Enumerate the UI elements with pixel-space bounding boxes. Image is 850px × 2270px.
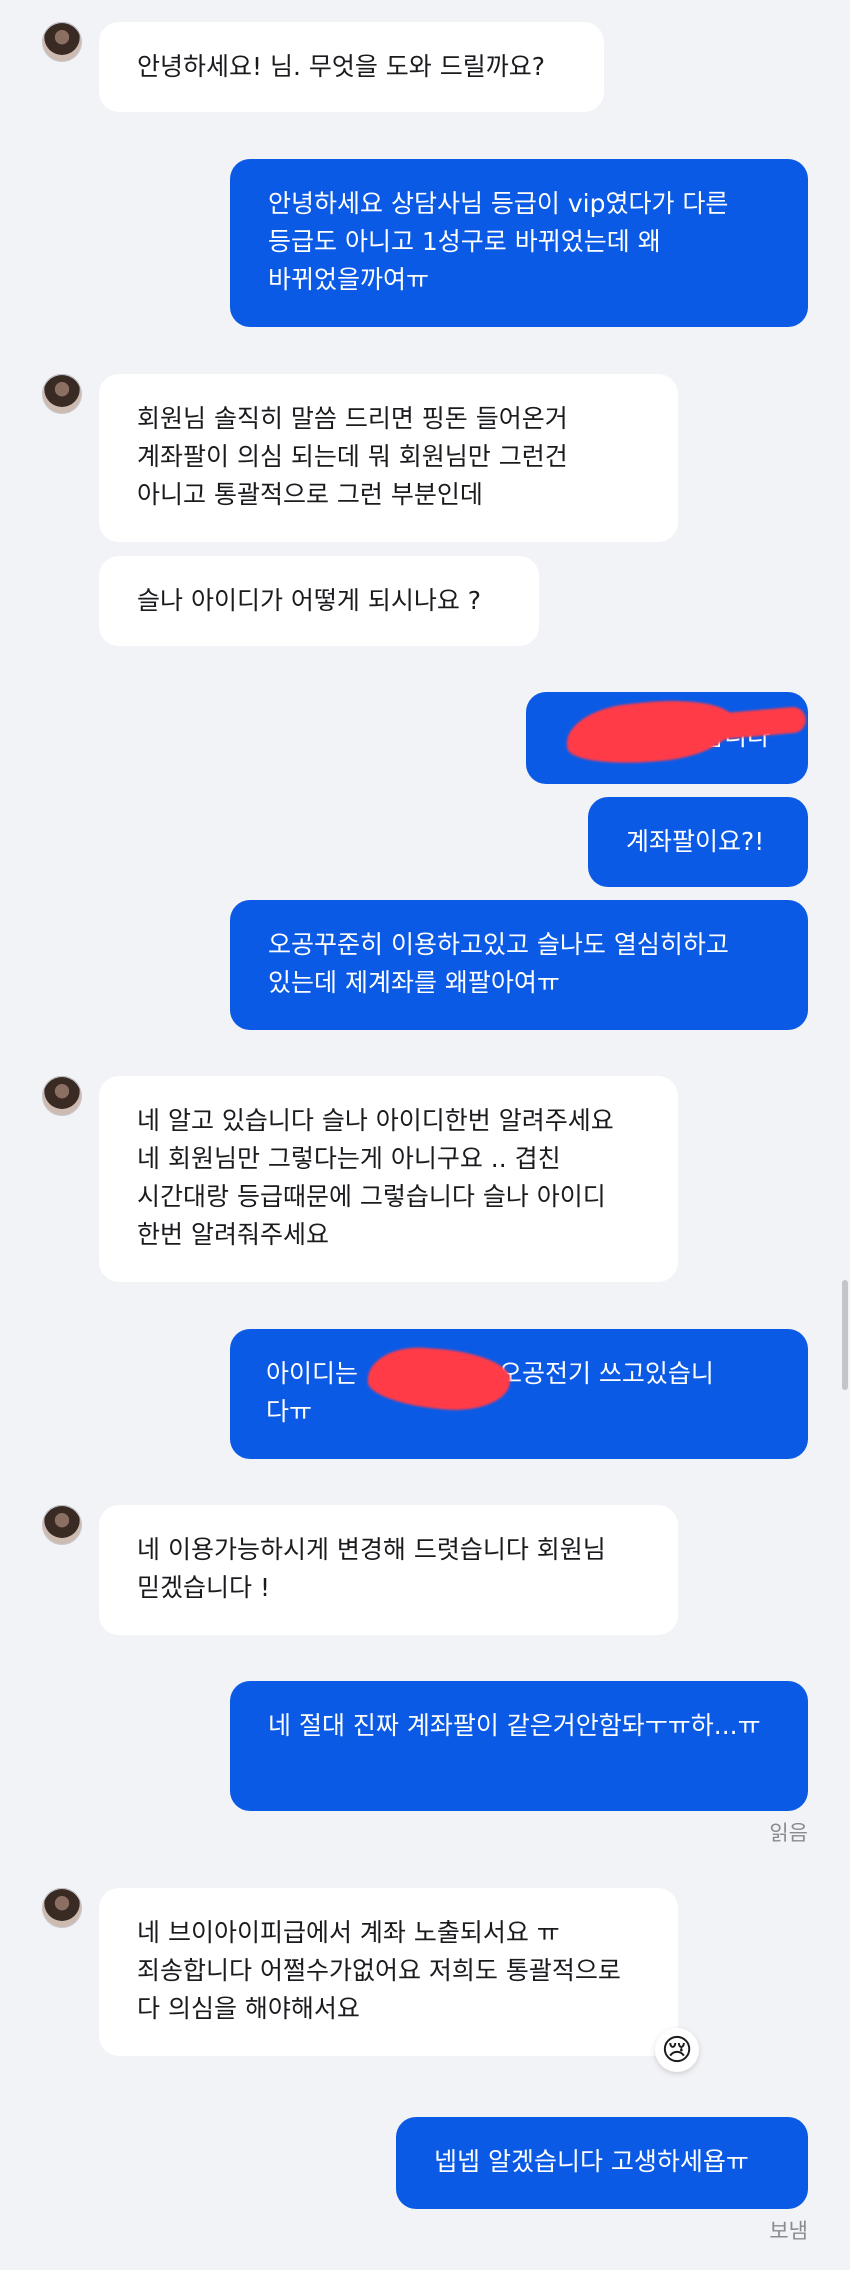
user-message: 습니다 [526, 692, 808, 784]
agent-message: 안녕하세요! 님. 무엇을 도와 드릴까요? [99, 22, 604, 112]
user-message: 네 절대 진짜 계좌팔이 같은거안함돠ㅜㅠ하...ㅠ [230, 1681, 808, 1811]
user-message: 아이디는 은 오공전기 쓰고있습니 다ㅠ [230, 1329, 808, 1459]
user-message: 넵넵 알겠습니다 고생하세욥ㅠ [396, 2117, 808, 2209]
agent-avatar[interactable] [42, 1888, 82, 1928]
read-status: 읽음 [769, 1821, 808, 1845]
user-message-text: 다ㅠ [266, 1397, 313, 1426]
agent-message: 네 이용가능하시게 변경해 드렷습니다 회원님 믿겠습니다 ! [99, 1505, 678, 1635]
agent-avatar[interactable] [42, 374, 82, 414]
agent-message: 회원님 솔직히 말씀 드리면 핑돈 들어온거 계좌팔이 의심 되는데 뭐 회원님… [99, 374, 678, 542]
crying-face-icon[interactable]: 😢 [655, 2028, 699, 2072]
sent-status: 보냄 [769, 2219, 808, 2243]
user-message: 안녕하세요 상담사님 등급이 vip였다가 다른 등급도 아니고 1성구로 바뀌… [230, 159, 808, 327]
user-message: 오공꾸준히 이용하고있고 슬나도 열심히하고 있는데 제계좌를 왜팔아여ㅠ [230, 900, 808, 1030]
agent-avatar[interactable] [42, 1505, 82, 1545]
agent-avatar[interactable] [42, 1076, 82, 1116]
agent-message: 슬나 아이디가 어떻게 되시나요 ? [99, 556, 539, 646]
user-message: 계좌팔이요?! [588, 797, 808, 887]
agent-message: 네 브이아이피급에서 계좌 노출되서요 ㅠ 죄송합니다 어쩔수가없어요 저희도 … [99, 1888, 678, 2056]
agent-avatar[interactable] [42, 22, 82, 62]
scrollbar[interactable] [842, 1280, 848, 1390]
user-message-text: 아이디는 [266, 1359, 359, 1388]
agent-message: 네 알고 있습니다 슬나 아이디한번 알려주세요 네 회원님만 그렇다는게 아니… [99, 1076, 678, 1282]
